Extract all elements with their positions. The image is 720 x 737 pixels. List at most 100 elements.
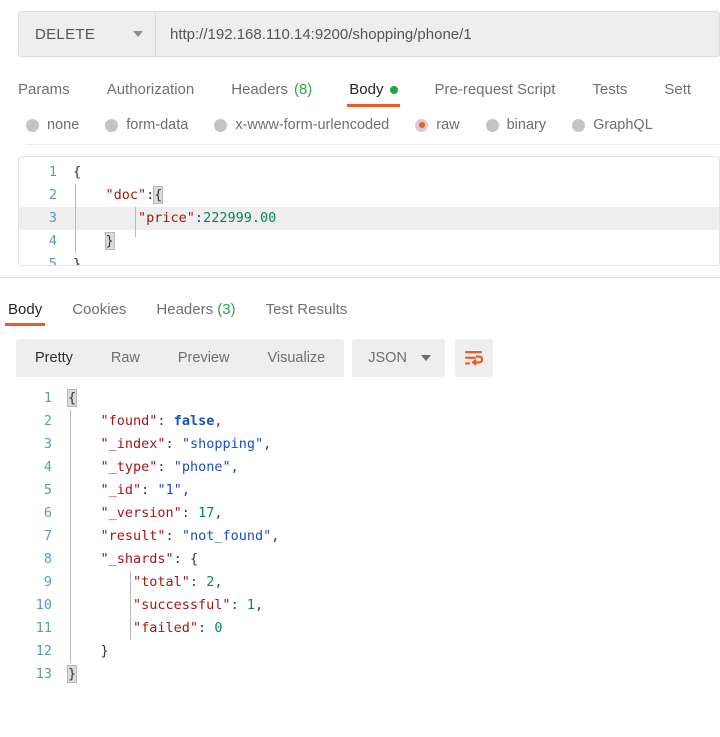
tab-params[interactable]: Params xyxy=(18,81,70,107)
url-input[interactable]: http://192.168.110.14:9200/shopping/phon… xyxy=(155,11,720,57)
code-line: 1 { xyxy=(0,387,720,410)
body-type-raw[interactable]: raw xyxy=(415,117,460,133)
tab-body[interactable]: Body xyxy=(347,81,400,107)
code-line: 5 } xyxy=(19,253,719,266)
body-type-graphql-label: GraphQL xyxy=(593,117,653,133)
line-number: 6 xyxy=(43,505,52,521)
radio-icon xyxy=(485,118,499,132)
line-number: 5 xyxy=(48,256,57,266)
radio-icon xyxy=(26,118,39,132)
line-number: 3 xyxy=(48,210,57,226)
line-number: 11 xyxy=(35,620,52,636)
response-body-editor[interactable]: 1 { 2 "found": false, 3 "_index": "shopp… xyxy=(0,387,720,686)
code-line: 2 "doc":{ xyxy=(19,184,719,207)
view-mode-pretty-label: Pretty xyxy=(35,350,73,366)
line-number: 9 xyxy=(43,574,52,590)
line-number: 5 xyxy=(43,482,52,498)
tab-pre-request-script[interactable]: Pre-request Script xyxy=(435,81,556,107)
tab-authorization[interactable]: Authorization xyxy=(107,81,195,107)
body-type-binary[interactable]: binary xyxy=(485,117,547,133)
line-content: "price":222999.00 xyxy=(73,210,277,226)
body-type-none[interactable]: none xyxy=(26,117,79,133)
code-line: 7 "result": "not_found", xyxy=(0,525,720,548)
line-content: } xyxy=(66,665,78,683)
radio-selected-icon xyxy=(415,118,429,132)
code-line: 8 "_shards": { xyxy=(0,548,720,571)
line-number: 4 xyxy=(43,459,52,475)
line-content: { xyxy=(73,164,82,180)
body-type-none-label: none xyxy=(47,117,80,133)
http-method-select[interactable]: DELETE xyxy=(18,11,155,57)
chevron-down-icon xyxy=(133,31,143,37)
wrap-text-icon xyxy=(465,351,484,366)
body-type-form-data[interactable]: form-data xyxy=(105,117,188,133)
line-number: 13 xyxy=(35,666,52,682)
radio-icon xyxy=(214,118,228,132)
view-mode-raw[interactable]: Raw xyxy=(92,339,159,377)
code-line: 13 } xyxy=(0,663,720,686)
line-number: 7 xyxy=(43,528,52,544)
indent-guide xyxy=(70,410,71,663)
code-line: 1 { xyxy=(19,161,719,184)
chevron-down-icon xyxy=(420,355,431,361)
tab-settings[interactable]: Sett xyxy=(664,81,691,107)
response-format-select[interactable]: JSON xyxy=(352,339,445,377)
code-line: 4 } xyxy=(19,230,719,253)
line-number: 2 xyxy=(43,413,52,429)
line-content: } xyxy=(104,232,115,250)
line-content: "successful": 1, xyxy=(68,597,264,613)
view-mode-visualize[interactable]: Visualize xyxy=(248,339,344,377)
tab-body-label: Body xyxy=(349,81,384,98)
code-line: 12 } xyxy=(0,640,720,663)
indent-guide xyxy=(130,571,131,640)
request-code-area[interactable]: 1 { 2 "doc":{ 3 "price":222999.00 4 } 5 … xyxy=(19,161,719,266)
tab-pre-request-script-label: Pre-request Script xyxy=(434,81,556,98)
response-tab-body-label: Body xyxy=(8,301,43,318)
line-content: } xyxy=(68,643,109,659)
request-url-bar: DELETE http://192.168.110.14:9200/shoppi… xyxy=(18,11,720,57)
response-tab-headers-count: (3) xyxy=(217,301,236,318)
radio-icon xyxy=(105,118,119,132)
tab-headers-count: (8) xyxy=(293,81,313,98)
response-tab-headers-label: Headers xyxy=(156,301,214,318)
line-content: } xyxy=(73,256,82,266)
view-mode-pretty[interactable]: Pretty xyxy=(16,339,92,377)
line-number: 1 xyxy=(43,390,52,406)
body-type-graphql[interactable]: GraphQL xyxy=(572,117,653,133)
response-tab-test-results[interactable]: Test Results xyxy=(266,301,348,326)
response-code-area[interactable]: 1 { 2 "found": false, 3 "_index": "shopp… xyxy=(0,387,720,686)
tab-tests[interactable]: Tests xyxy=(592,81,627,107)
response-tab-headers[interactable]: Headers (3) xyxy=(156,301,235,326)
body-type-form-data-label: form-data xyxy=(126,117,189,133)
response-tab-cookies[interactable]: Cookies xyxy=(72,301,126,326)
line-number: 1 xyxy=(48,164,57,180)
body-type-urlencoded-label: x-www-form-urlencoded xyxy=(235,117,390,133)
code-line: 10 "successful": 1, xyxy=(0,594,720,617)
response-tab-bar: Body Cookies Headers (3) Test Results xyxy=(4,294,720,326)
tab-headers-label: Headers xyxy=(231,81,288,98)
response-view-mode-group: Pretty Raw Preview Visualize xyxy=(16,339,345,377)
line-content: "_id": "1", xyxy=(68,482,190,498)
response-format-label: JSON xyxy=(368,350,407,366)
pane-divider[interactable] xyxy=(0,277,720,278)
http-method-label: DELETE xyxy=(35,25,96,43)
body-type-binary-label: binary xyxy=(506,117,547,133)
view-mode-preview-label: Preview xyxy=(177,350,230,366)
response-tab-body[interactable]: Body xyxy=(4,301,46,326)
body-type-urlencoded[interactable]: x-www-form-urlencoded xyxy=(214,117,389,133)
body-type-radio-group: none form-data x-www-form-urlencoded raw… xyxy=(26,117,720,145)
indent-guide xyxy=(135,207,136,237)
line-content: "result": "not_found", xyxy=(68,528,280,544)
line-content: "_type": "phone", xyxy=(68,459,239,475)
line-content: "_version": 17, xyxy=(68,505,223,521)
view-mode-raw-label: Raw xyxy=(110,350,140,366)
tab-authorization-label: Authorization xyxy=(106,81,195,98)
code-line: 2 "found": false, xyxy=(0,410,720,433)
line-number: 10 xyxy=(35,597,52,613)
code-line: 11 "failed": 0 xyxy=(0,617,720,640)
line-content: "failed": 0 xyxy=(68,620,223,636)
view-mode-preview[interactable]: Preview xyxy=(159,339,249,377)
wrap-text-button[interactable] xyxy=(454,339,493,377)
tab-headers[interactable]: Headers (8) xyxy=(231,81,312,107)
request-body-editor[interactable]: 1 { 2 "doc":{ 3 "price":222999.00 4 } 5 … xyxy=(18,156,720,266)
